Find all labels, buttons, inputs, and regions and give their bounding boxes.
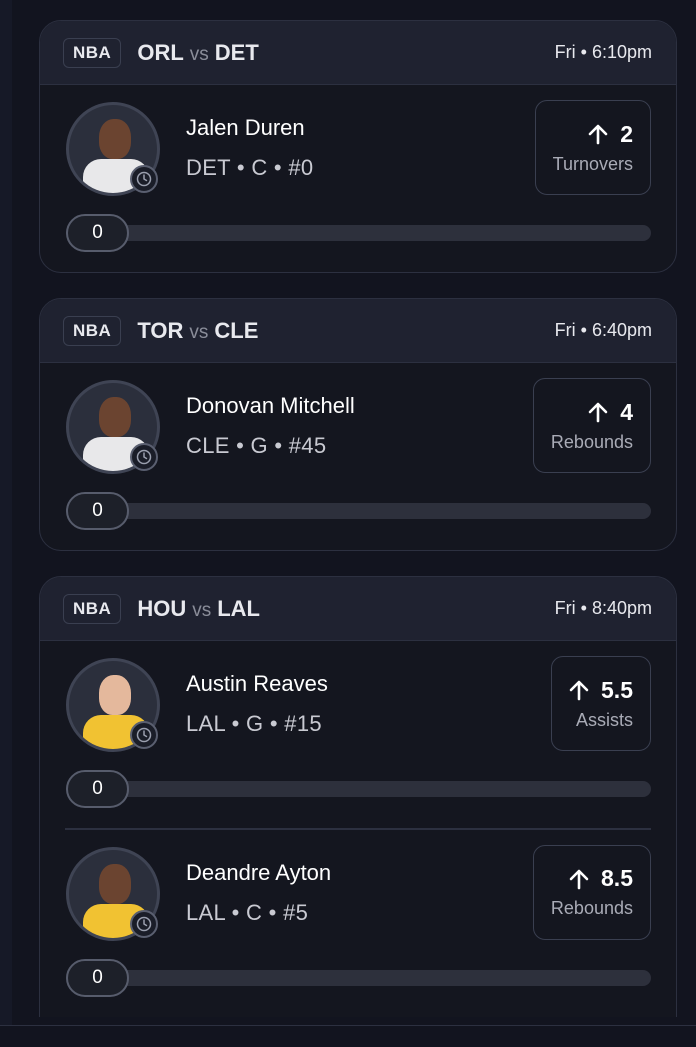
game-time: Fri • 6:40pm xyxy=(554,320,652,340)
projection-value: 2 xyxy=(620,120,633,147)
game-card[interactable]: NBA TOR vs CLE Fri • 6:40pm Donovan Mitc… xyxy=(39,298,677,551)
progress-value: 0 xyxy=(66,958,129,997)
progress-track xyxy=(66,781,651,797)
clock-icon xyxy=(130,443,158,471)
vs-label: vs xyxy=(192,599,212,621)
team-a: HOU xyxy=(137,595,187,621)
bottom-edge xyxy=(0,1025,696,1047)
arrow-up-icon xyxy=(588,123,608,145)
team-b: CLE xyxy=(214,317,259,343)
player-meta: DET • C • #0 xyxy=(186,155,314,180)
matchup: TOR vs CLE xyxy=(137,318,258,344)
stat-type: Rebounds xyxy=(550,431,633,452)
projection-value: 4 xyxy=(620,398,633,425)
player-pick[interactable]: Donovan Mitchell CLE • G • #45 4 Rebound… xyxy=(40,363,676,550)
projection-box[interactable]: 4 Rebounds xyxy=(532,378,651,473)
arrow-up-icon xyxy=(569,868,589,890)
league-badge: NBA xyxy=(63,37,122,68)
player-headshot-head xyxy=(99,397,131,437)
progress-value: 0 xyxy=(66,770,129,808)
stat-type: Rebounds xyxy=(550,898,633,918)
projection-box[interactable]: 8.5 Rebounds xyxy=(532,844,651,940)
clock-icon xyxy=(130,909,158,938)
progress-track xyxy=(66,225,651,241)
game-time: Fri • 6:10pm xyxy=(554,42,652,62)
clock-icon xyxy=(130,721,158,749)
game-header: NBA HOU vs LAL Fri • 8:40pm xyxy=(40,577,676,641)
vs-label: vs xyxy=(189,321,209,343)
team-b: LAL xyxy=(217,595,260,621)
game-card[interactable]: NBA HOU vs LAL Fri • 8:40pm Austin Reave… xyxy=(39,576,677,1017)
player-name: Donovan Mitchell xyxy=(186,393,355,418)
projection-line: 4 xyxy=(588,399,633,426)
clock-icon xyxy=(130,165,158,193)
stat-type: Assists xyxy=(575,709,633,730)
player-pick[interactable]: Austin Reaves LAL • G • #15 5.5 Assists … xyxy=(40,641,676,828)
player-meta: LAL • G • #15 xyxy=(186,711,322,736)
projection-line: 8.5 xyxy=(569,865,633,892)
game-header: NBA ORL vs DET Fri • 6:10pm xyxy=(40,21,676,85)
projection-box[interactable]: 5.5 Assists xyxy=(551,656,651,751)
projection-value: 5.5 xyxy=(601,676,633,703)
projection-value: 8.5 xyxy=(601,865,633,891)
player-name: Deandre Ayton xyxy=(186,859,332,885)
player-headshot-head xyxy=(99,863,131,904)
game-time: Fri • 8:40pm xyxy=(554,598,652,618)
team-a: ORL xyxy=(137,39,184,65)
progress-value: 0 xyxy=(66,492,129,530)
player-meta: CLE • G • #45 xyxy=(186,433,327,458)
projection-box[interactable]: 2 Turnovers xyxy=(534,100,651,195)
game-header: NBA TOR vs CLE Fri • 6:40pm xyxy=(40,299,676,363)
team-b: DET xyxy=(214,39,259,65)
projection-line: 5.5 xyxy=(569,677,633,704)
stat-type: Turnovers xyxy=(552,153,633,174)
team-a: TOR xyxy=(137,317,184,343)
player-meta: LAL • C • #5 xyxy=(186,899,309,925)
progress-value: 0 xyxy=(66,214,129,252)
league-badge: NBA xyxy=(63,593,122,624)
player-headshot-head xyxy=(99,675,131,715)
player-pick[interactable]: Jalen Duren DET • C • #0 2 Turnovers 0 xyxy=(40,85,676,272)
left-rail xyxy=(0,0,12,1047)
player-headshot-head xyxy=(99,119,131,159)
matchup: HOU vs LAL xyxy=(137,596,260,622)
arrow-up-icon xyxy=(569,679,589,701)
game-card[interactable]: NBA ORL vs DET Fri • 6:10pm Jalen Duren … xyxy=(39,20,677,273)
progress-track xyxy=(66,969,651,986)
arrow-up-icon xyxy=(588,401,608,423)
player-pick[interactable]: Deandre Ayton LAL • C • #5 8.5 Rebounds … xyxy=(40,830,676,1017)
matchup: ORL vs DET xyxy=(137,40,258,66)
picks-page: NBA ORL vs DET Fri • 6:10pm Jalen Duren … xyxy=(0,0,696,1047)
league-badge: NBA xyxy=(63,315,122,346)
player-name: Austin Reaves xyxy=(186,671,328,696)
progress-track xyxy=(66,503,651,519)
projection-line: 2 xyxy=(588,121,633,148)
vs-label: vs xyxy=(189,43,209,65)
player-name: Jalen Duren xyxy=(186,115,305,140)
